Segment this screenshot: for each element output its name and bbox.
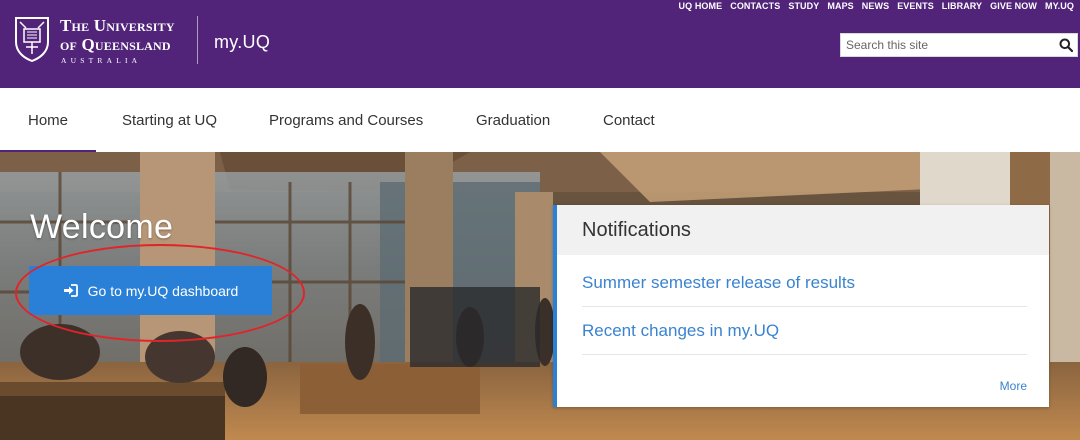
nav-item-contact[interactable]: Contact	[603, 88, 655, 152]
university-wordmark: The University of Queensland AUSTRALIA	[60, 16, 175, 65]
header-divider	[197, 16, 198, 64]
uq-crest-icon	[15, 17, 49, 62]
welcome-heading: Welcome	[30, 208, 174, 246]
search-icon[interactable]	[1055, 34, 1077, 56]
util-link-contacts[interactable]: CONTACTS	[730, 1, 780, 11]
util-link-events[interactable]: EVENTS	[897, 1, 934, 11]
nav-item-home[interactable]: Home	[0, 88, 97, 152]
wordmark-line-3: AUSTRALIA	[61, 56, 142, 65]
go-to-dashboard-button[interactable]: Go to my.UQ dashboard	[29, 266, 272, 315]
notifications-title: Notifications	[557, 205, 1049, 255]
util-link-news[interactable]: NEWS	[862, 1, 889, 11]
nav-item-graduation[interactable]: Graduation	[476, 88, 550, 152]
util-link-give-now[interactable]: GIVE NOW	[990, 1, 1037, 11]
util-link-my-uq[interactable]: MY.UQ	[1045, 1, 1074, 11]
wordmark-line-2: of Queensland	[60, 35, 171, 54]
nav-item-starting-at-uq[interactable]: Starting at UQ	[122, 88, 217, 152]
util-link-library[interactable]: LIBRARY	[942, 1, 982, 11]
uq-logo[interactable]: The University of Queensland AUSTRALIA	[14, 16, 175, 65]
wordmark-line-1: The University	[60, 16, 175, 35]
utility-links: UQ HOME CONTACTS STUDY MAPS NEWS EVENTS …	[679, 1, 1074, 11]
notifications-panel: Notifications Summer semester release of…	[553, 205, 1049, 407]
notification-link-recent-changes[interactable]: Recent changes in my.UQ	[582, 307, 1027, 355]
site-search	[840, 33, 1078, 57]
site-name[interactable]: my.UQ	[214, 32, 270, 53]
go-to-dashboard-label: Go to my.UQ dashboard	[87, 282, 239, 299]
main-nav: Home Starting at UQ Programs and Courses…	[0, 88, 1080, 152]
hero-banner: Welcome Go to my.UQ dashboard Notificati…	[0, 152, 1080, 440]
site-header: UQ HOME CONTACTS STUDY MAPS NEWS EVENTS …	[0, 0, 1080, 88]
util-link-maps[interactable]: MAPS	[827, 1, 853, 11]
notifications-more-link[interactable]: More	[1000, 379, 1027, 393]
notification-link-summer-results[interactable]: Summer semester release of results	[582, 259, 1027, 307]
nav-item-programs-and-courses[interactable]: Programs and Courses	[269, 88, 423, 152]
search-input[interactable]	[841, 34, 1055, 56]
util-link-uq-home[interactable]: UQ HOME	[679, 1, 723, 11]
sign-in-icon	[63, 284, 78, 297]
util-link-study[interactable]: STUDY	[788, 1, 819, 11]
